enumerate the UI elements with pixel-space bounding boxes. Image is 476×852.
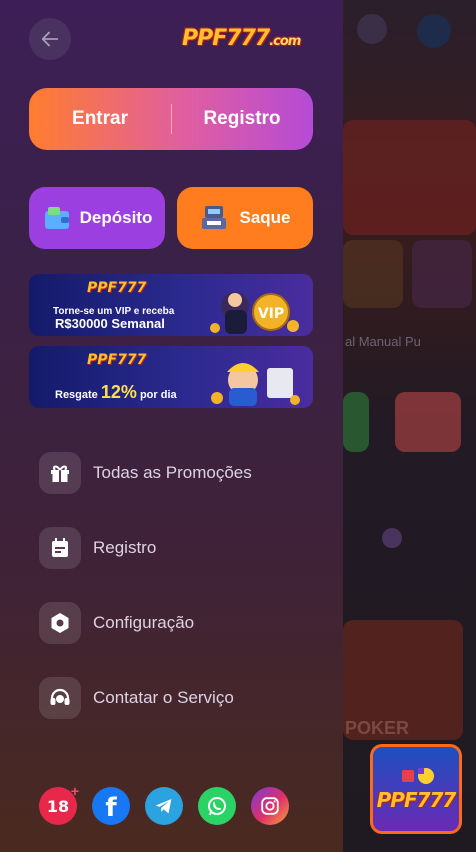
menu-item-register[interactable]: Registro: [39, 527, 156, 569]
instagram-glyph: [261, 797, 279, 815]
facebook-glyph: f: [105, 793, 117, 823]
floating-app-button[interactable]: PPF777: [370, 744, 462, 834]
bg-game-tile: [395, 392, 461, 452]
deposit-button[interactable]: Depósito: [29, 187, 165, 249]
login-button[interactable]: Entrar: [29, 108, 171, 130]
gift-icon: [39, 452, 81, 494]
settings-icon: [39, 602, 81, 644]
banner-resgate-text: Resgate 12% por dia: [55, 382, 177, 403]
arrow-left-icon: [41, 31, 59, 47]
bg-game-tile: [412, 240, 472, 308]
logo-text: PPF777: [182, 26, 270, 51]
cashback-promo-banner[interactable]: PPF777 Resgate 12% por dia: [29, 346, 313, 408]
withdraw-button[interactable]: Saque: [177, 187, 313, 249]
menu-label: Configuração: [93, 613, 195, 632]
withdraw-label: Saque: [239, 208, 291, 227]
brand-logo: PPF777.com: [182, 22, 314, 58]
fab-logo-text: PPF777: [376, 788, 457, 812]
bg-game-tile: [343, 392, 369, 452]
banner-prefix: Resgate: [55, 389, 98, 401]
bg-game-tile: [382, 528, 402, 548]
bg-header-icon: [357, 14, 387, 44]
back-button[interactable]: [29, 18, 71, 60]
wallet-icon: [42, 203, 72, 233]
telegram-glyph: [155, 799, 172, 814]
telegram-icon[interactable]: [145, 787, 183, 825]
menu-item-settings[interactable]: Configuração: [39, 602, 194, 644]
fab-logo: PPF777: [373, 747, 459, 831]
banner-percent: 12%: [100, 382, 137, 402]
dice-icon: [402, 768, 434, 784]
menu-item-support[interactable]: Contatar o Serviço: [39, 677, 234, 719]
vip-badge-text: VIP: [258, 306, 284, 322]
calendar-icon: [39, 527, 81, 569]
menu-label: Contatar o Serviço: [93, 688, 234, 707]
bg-game-tile: [343, 240, 403, 308]
banner-logo: PPF777: [87, 280, 147, 296]
menu-label: Todas as Promoções: [93, 463, 252, 482]
age-18-text: 18: [46, 796, 70, 816]
side-drawer: PPF777.com Entrar Registro Depósito Saqu…: [0, 0, 343, 852]
bg-header-icon: [417, 14, 451, 48]
miner-illustration: [211, 363, 300, 406]
banner-suffix: por dia: [139, 389, 177, 401]
logo-suffix: .com: [269, 34, 301, 49]
facebook-icon[interactable]: f: [92, 787, 130, 825]
menu-item-promotions[interactable]: Todas as Promoções: [39, 452, 252, 494]
bg-game-banner: [343, 120, 476, 235]
whatsapp-glyph: [208, 797, 226, 816]
bg-poker-text: POKER: [345, 718, 410, 738]
atm-icon: [199, 203, 229, 233]
bg-label: al Manual Pu: [345, 334, 421, 349]
auth-buttons: Entrar Registro: [29, 88, 313, 150]
whatsapp-icon[interactable]: [198, 787, 236, 825]
vip-promo-banner[interactable]: PPF777 Torne-se um VIP e receba R$30000 …: [29, 274, 313, 336]
menu-label: Registro: [93, 538, 157, 557]
headset-icon: [39, 677, 81, 719]
auth-divider: [171, 104, 172, 134]
deposit-label: Depósito: [79, 208, 153, 227]
plus-icon: +: [70, 783, 79, 799]
instagram-icon[interactable]: [251, 787, 289, 825]
vip-girl-illustration: VIP: [210, 292, 299, 334]
banner-logo: PPF777: [87, 352, 147, 368]
age-18-icon[interactable]: 18 +: [39, 783, 79, 825]
register-button[interactable]: Registro: [171, 108, 313, 130]
banner-line2: R$30000 Semanal: [55, 316, 165, 331]
